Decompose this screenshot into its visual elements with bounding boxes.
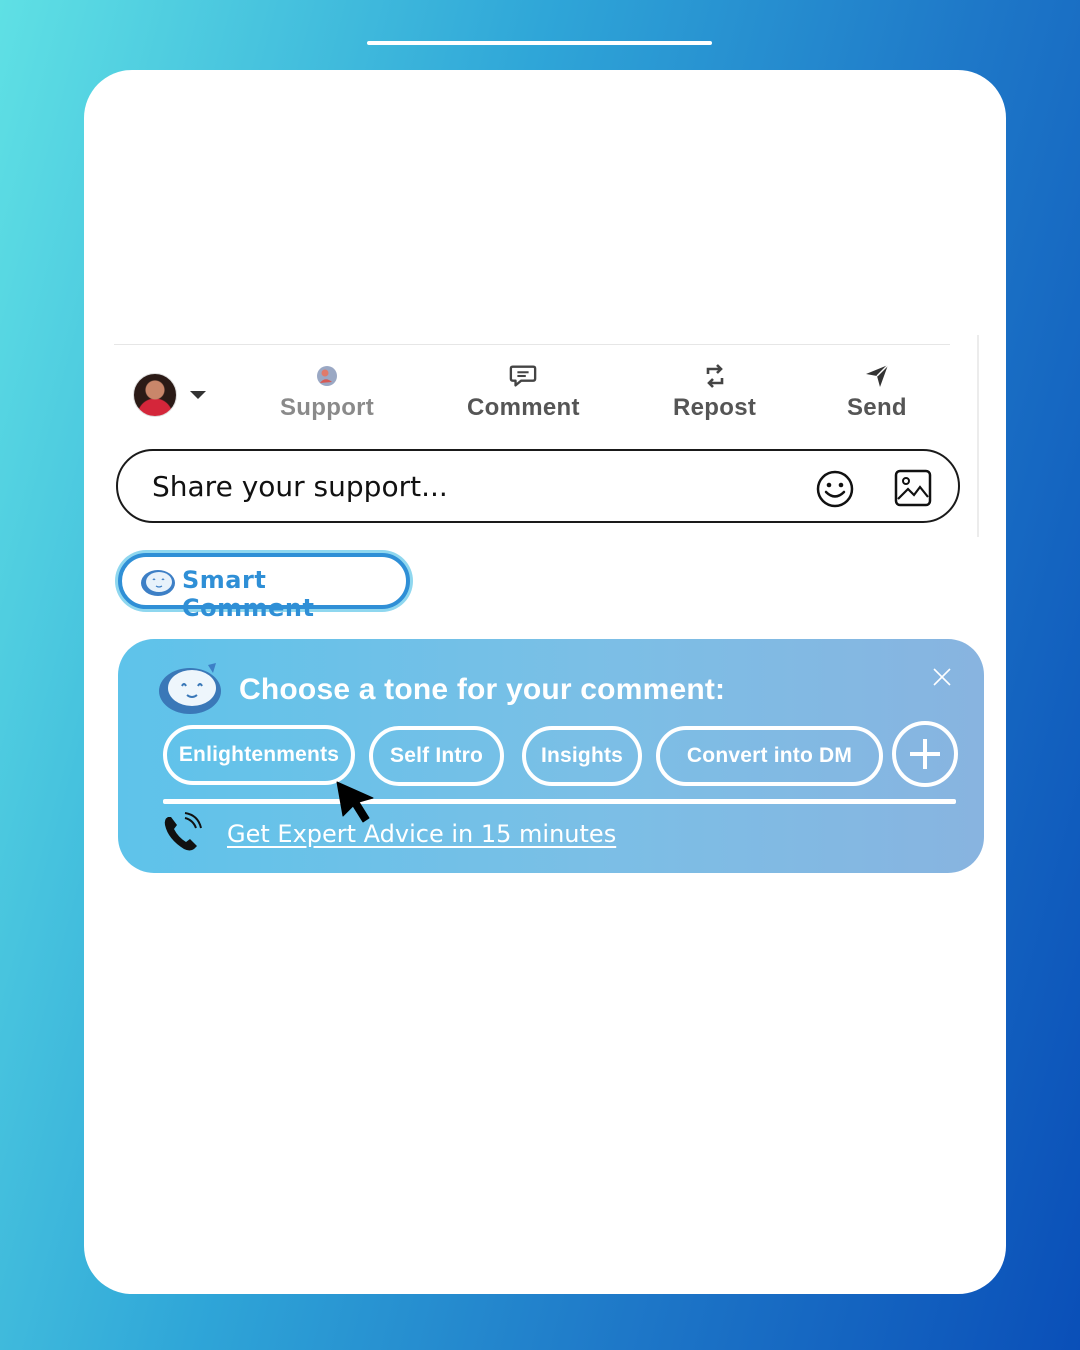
- comment-label: Comment: [467, 394, 580, 421]
- smart-comment-label: Smart Comment: [182, 566, 315, 622]
- expert-advice-link[interactable]: Get Expert Advice in 15 minutes: [227, 820, 616, 848]
- smart-comment-button[interactable]: Smart Comment: [118, 553, 410, 622]
- repost-icon: [701, 362, 729, 390]
- send-button[interactable]: Send: [847, 362, 907, 422]
- plus-icon[interactable]: [892, 721, 958, 787]
- divider: [114, 344, 950, 345]
- tone-enlightenments[interactable]: Enlightenments: [163, 725, 355, 785]
- repost-label: Repost: [673, 394, 757, 421]
- tone-insights[interactable]: Insights: [522, 726, 642, 786]
- cursor-icon: [336, 781, 374, 823]
- top-decor-line: [367, 41, 712, 45]
- scrollbar[interactable]: [977, 335, 979, 537]
- caret-down-icon[interactable]: [190, 391, 206, 399]
- support-label: Support: [280, 394, 375, 421]
- tone-convert-into-dm[interactable]: Convert into DM: [656, 726, 883, 786]
- support-icon: [313, 362, 341, 390]
- emoji-icon[interactable]: [815, 469, 855, 509]
- tone-panel: Choose a tone for your comment: Enlighte…: [118, 639, 984, 873]
- tone-title: Choose a tone for your comment:: [239, 673, 726, 706]
- share-input[interactable]: Share your support...: [116, 449, 960, 523]
- tone-divider: [163, 799, 956, 804]
- share-placeholder: Share your support...: [152, 470, 448, 503]
- send-label: Send: [847, 394, 907, 421]
- image-icon[interactable]: [894, 469, 932, 507]
- mascot-icon: [141, 570, 175, 596]
- post-card: Support Comment Repost Send Share your s…: [84, 70, 1006, 1294]
- repost-button[interactable]: Repost: [673, 362, 756, 422]
- send-icon: [863, 362, 891, 390]
- avatar[interactable]: [133, 373, 177, 417]
- tone-self-intro[interactable]: Self Intro: [369, 726, 504, 786]
- comment-button[interactable]: Comment: [467, 362, 580, 422]
- phone-icon: [164, 812, 202, 851]
- comment-icon: [509, 362, 537, 390]
- support-button[interactable]: Support: [280, 362, 374, 422]
- mascot-icon: [159, 663, 221, 714]
- close-icon[interactable]: [932, 667, 952, 687]
